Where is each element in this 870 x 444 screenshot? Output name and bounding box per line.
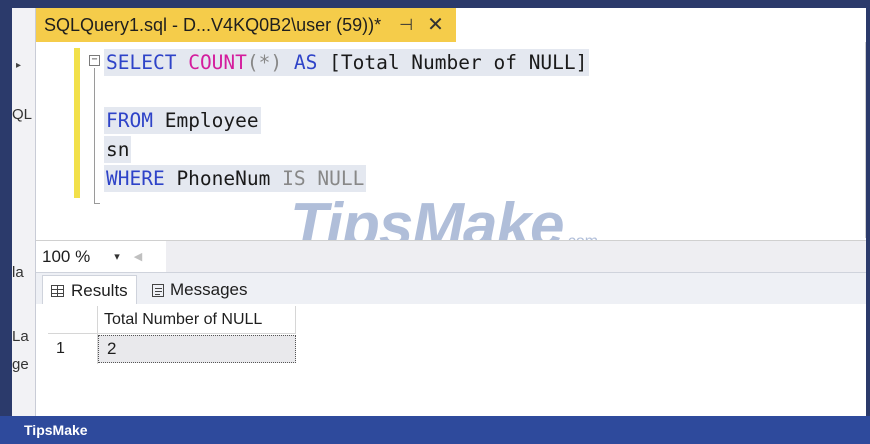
results-tab-strip: Results Messages	[36, 272, 866, 305]
panel-text-fragment: La	[12, 328, 29, 345]
zoom-dropdown[interactable]: 100 % ▾ ◀	[36, 244, 142, 270]
code-token: SELECT	[106, 51, 177, 74]
panel-text-fragment: ge	[12, 356, 29, 373]
tab-title: SQLQuery1.sql - D...V4KQ0B2\user (59))*	[44, 14, 382, 35]
column-header[interactable]: Total Number of NULL	[98, 306, 296, 334]
code-token: sn	[106, 138, 130, 161]
tab-results[interactable]: Results	[42, 275, 137, 305]
result-cell[interactable]: 2	[98, 335, 296, 363]
code-text: SELECT COUNT(*) AS [Total Number of NULL…	[104, 49, 590, 76]
code-text: FROM Employee	[104, 107, 261, 134]
grid-icon	[51, 284, 64, 297]
code-token: AS	[293, 51, 318, 74]
tab-messages-label: Messages	[170, 280, 248, 299]
code-token: [Total Number of NULL]	[317, 51, 588, 74]
code-line[interactable]: SELECT COUNT(*) AS [Total Number of NULL…	[104, 49, 590, 76]
outline-guide-end	[94, 203, 100, 204]
tab-results-label: Results	[71, 280, 128, 300]
code-token: COUNT	[188, 51, 247, 74]
window-frame-right	[866, 0, 870, 444]
chevron-down-icon[interactable]: ▾	[114, 250, 120, 263]
close-icon[interactable]: ✕	[427, 15, 444, 35]
window-frame-left	[0, 0, 12, 444]
results-grid[interactable]: Total Number of NULL 1 2	[36, 304, 866, 416]
panel-text-fragment: la	[12, 264, 24, 281]
grid-corner[interactable]	[48, 306, 98, 334]
zoom-value: 100 %	[42, 246, 91, 266]
code-token: NULL	[317, 167, 365, 190]
messages-icon	[152, 283, 164, 297]
code-line[interactable]: sn	[104, 136, 132, 163]
code-token: FROM	[106, 109, 153, 132]
outline-guide	[94, 68, 95, 204]
panel-text-fragment: QL	[12, 106, 33, 123]
expand-arrow-icon[interactable]: ▸	[16, 60, 21, 71]
document-tab-bar: SQLQuery1.sql - D...V4KQ0B2\user (59))* …	[36, 8, 866, 42]
status-text: TipsMake	[24, 422, 88, 438]
code-token: Employee	[152, 109, 259, 132]
code-line[interactable]: WHERE PhoneNum IS NULL	[104, 165, 367, 192]
row-header[interactable]: 1	[48, 334, 98, 364]
scroll-left-icon[interactable]: ◀	[134, 250, 142, 263]
change-tracking-bar	[74, 48, 80, 198]
code-text: WHERE PhoneNum IS NULL	[104, 165, 367, 192]
code-token: WHERE	[106, 167, 165, 190]
code-line[interactable]: FROM Employee	[104, 107, 261, 134]
code-token: IS	[282, 167, 306, 190]
window-frame-top	[0, 0, 870, 8]
code-token: (*)	[246, 51, 283, 74]
object-explorer-panel[interactable]: ▸ QL la La ge	[12, 8, 36, 416]
tab-messages[interactable]: Messages	[144, 275, 255, 305]
zoom-bar: 100 % ▾ ◀	[36, 240, 866, 273]
collapse-icon[interactable]: −	[89, 55, 100, 66]
code-token: PhoneNum	[164, 167, 283, 190]
horizontal-scrollbar[interactable]	[166, 241, 866, 273]
pin-icon[interactable]: ⊣	[399, 15, 413, 35]
code-text: sn	[104, 136, 132, 163]
status-bar: TipsMake	[0, 416, 870, 444]
query-document-tab[interactable]: SQLQuery1.sql - D...V4KQ0B2\user (59))* …	[36, 8, 456, 42]
